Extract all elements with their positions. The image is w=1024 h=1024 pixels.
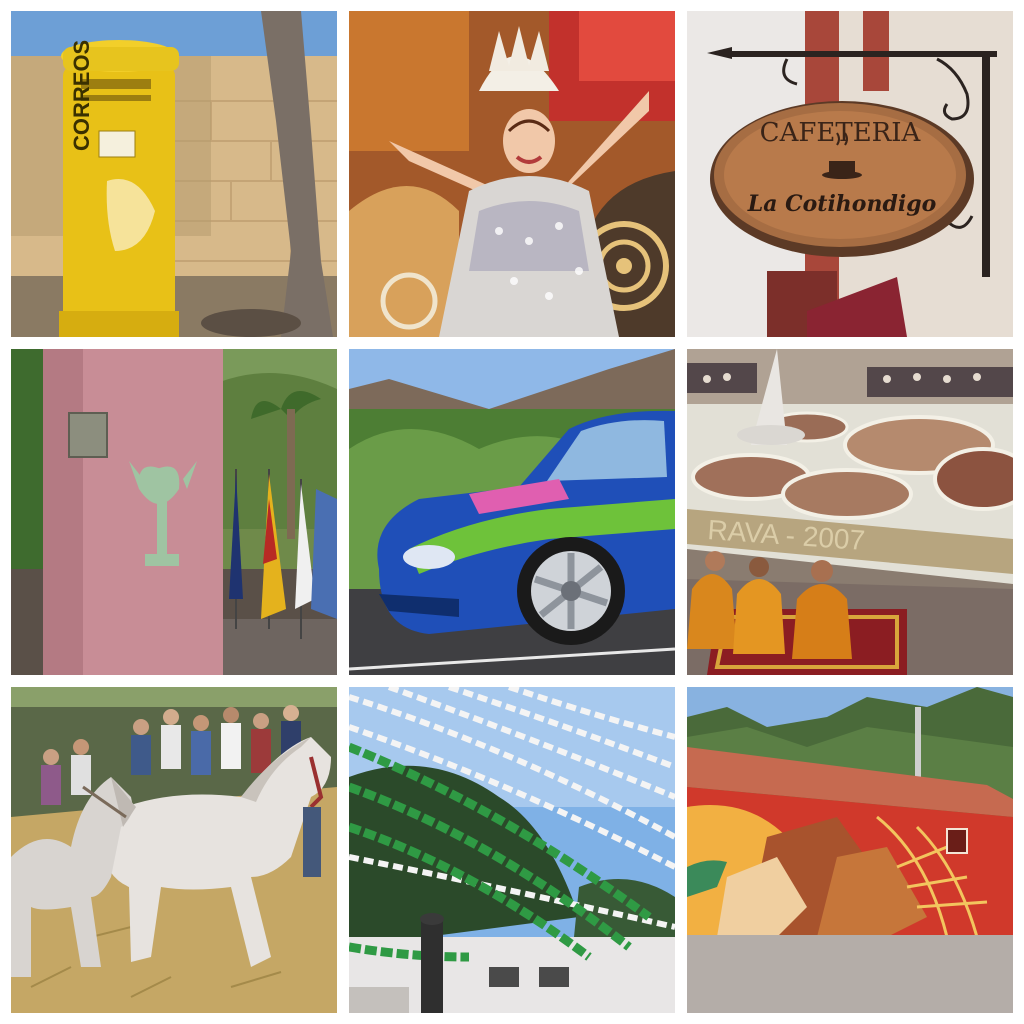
photo-monument-flags [11, 349, 337, 675]
postbox-label: CORREOS [69, 40, 94, 151]
photo-mural-building [687, 687, 1013, 1013]
photo-rally-car [349, 349, 675, 675]
photo-collage: CORREOS CAFETERIA La Cotihondigo RAVA - … [0, 0, 1024, 1024]
photo-yellow-postbox: CORREOS [11, 11, 337, 337]
photo-sand-carpet: RAVA - 2007 [687, 349, 1013, 675]
photo-street-garlands [349, 687, 675, 1013]
sign-title: CAFETERIA [760, 118, 922, 148]
photo-horses [11, 687, 337, 1013]
sign-subtitle: La Cotihondigo [747, 191, 937, 217]
photo-carnival-queen [349, 11, 675, 337]
photo-cafeteria-sign: CAFETERIA La Cotihondigo [687, 11, 1013, 337]
